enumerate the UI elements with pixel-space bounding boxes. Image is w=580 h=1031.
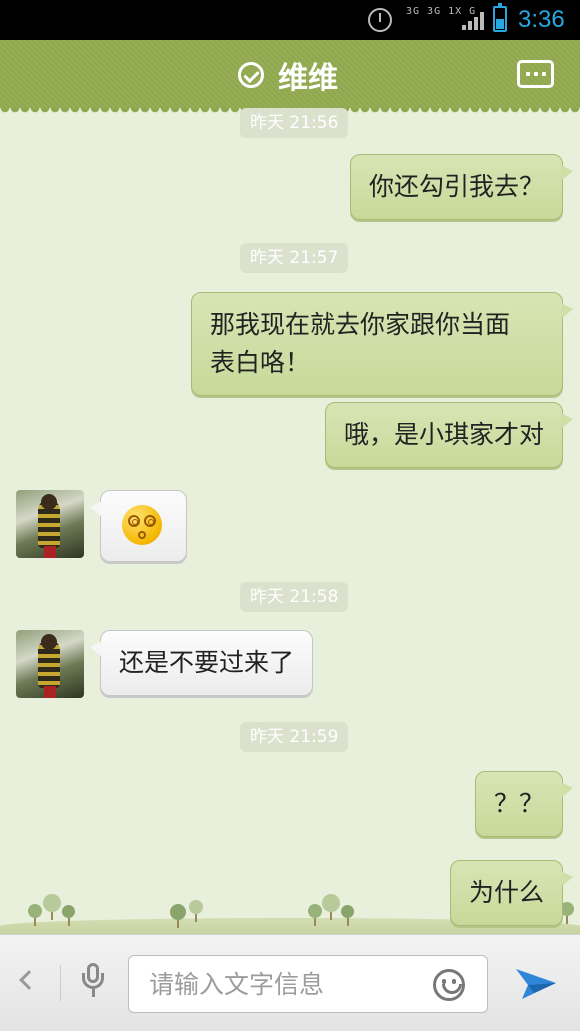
incoming-message[interactable] [90,490,187,562]
send-icon[interactable] [514,963,558,1003]
dot-icon [541,72,546,76]
voice-input-button[interactable] [82,963,104,997]
input-bar: 请输入文字信息 [0,934,580,1031]
message-line: 表白咯！ [210,348,311,377]
message-line: 那我现在就去你家跟你当面 [210,310,511,339]
timestamp: 昨天 21:57 [240,243,349,273]
dot-icon [533,72,538,76]
tree-icon [308,904,322,926]
outgoing-message[interactable]: 你还勾引我去？ [349,154,574,220]
more-options-button[interactable] [517,60,554,88]
tree-icon [322,894,340,920]
emoji-picker-button[interactable] [433,969,465,1001]
message-input[interactable]: 请输入文字信息 [128,955,488,1013]
chat-header: 维维 [0,40,580,114]
message-list[interactable]: 昨天 21:56 你还勾引我去？ 昨天 21:57 那我现在就去你家跟你当面 表… [0,108,580,934]
incoming-message[interactable]: 还是不要过来了 [89,630,314,696]
alarm-icon [368,8,392,32]
timestamp: 昨天 21:59 [240,722,349,752]
contact-avatar[interactable] [16,490,84,558]
tree-icon [341,905,354,926]
contact-name: 维维 [278,61,338,96]
contact-title[interactable]: 维维 [238,57,338,96]
battery-icon [493,3,507,32]
back-arrow-icon[interactable] [19,970,39,990]
outgoing-message[interactable]: 那我现在就去你家跟你当面 表白咯！ [191,292,573,396]
outgoing-message[interactable]: ？？ [475,771,573,837]
status-time: 3:36 [518,6,565,33]
status-bar: 3G 3G 1X G 3:36 [0,0,580,40]
tree-icon [43,894,61,920]
verified-check-icon [238,62,264,88]
signal-icon [462,12,484,30]
timestamp: 昨天 21:56 [240,108,349,138]
tree-icon [28,904,42,926]
dizzy-face-emoji [122,505,162,545]
tree-icon [62,905,75,926]
contact-avatar[interactable] [16,630,84,698]
dot-icon [525,72,530,76]
outgoing-message[interactable]: 为什么 [449,860,574,926]
timestamp: 昨天 21:58 [240,582,349,612]
input-placeholder: 请输入文字信息 [149,970,325,999]
outgoing-message[interactable]: 哦，是小琪家才对 [324,402,574,468]
tree-icon [170,904,186,928]
divider [60,965,61,1001]
tree-icon [189,900,203,922]
